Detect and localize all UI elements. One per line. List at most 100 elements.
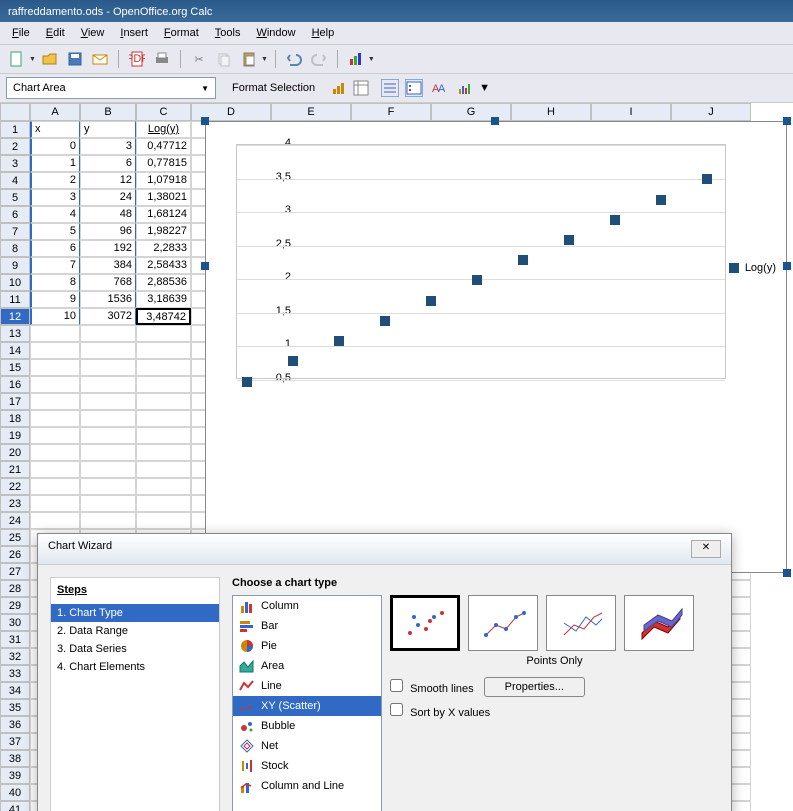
- undo-icon[interactable]: [283, 48, 305, 70]
- cell[interactable]: 12: [80, 172, 136, 189]
- data-point[interactable]: [610, 215, 620, 225]
- row-header[interactable]: 20: [0, 444, 30, 461]
- cell[interactable]: [30, 325, 80, 342]
- paste-dropdown-icon[interactable]: ▼: [261, 56, 268, 63]
- wizard-step[interactable]: 1. Chart Type: [51, 604, 219, 622]
- col-header-J[interactable]: J: [671, 103, 751, 121]
- cell[interactable]: 24: [80, 189, 136, 206]
- name-box[interactable]: Chart Area ▼: [6, 77, 216, 99]
- chart-type-item[interactable]: Column and Line: [233, 776, 381, 796]
- chart-wizard-dialog[interactable]: Chart Wizard ✕ Steps 1. Chart Type2. Dat…: [37, 533, 732, 811]
- new-doc-icon[interactable]: [6, 48, 28, 70]
- cell[interactable]: [136, 427, 191, 444]
- chart-data-icon[interactable]: [353, 80, 369, 96]
- cell[interactable]: 3,48742: [136, 308, 191, 325]
- menu-view[interactable]: View: [73, 25, 113, 41]
- cell[interactable]: [30, 444, 80, 461]
- col-header-G[interactable]: G: [431, 103, 511, 121]
- data-point[interactable]: [288, 356, 298, 366]
- row-header[interactable]: 16: [0, 376, 30, 393]
- chart-icon[interactable]: [345, 48, 367, 70]
- chart-type-item[interactable]: Pie: [233, 636, 381, 656]
- data-point[interactable]: [472, 275, 482, 285]
- wizard-step[interactable]: 2. Data Range: [51, 622, 219, 640]
- chart-plot-area[interactable]: [236, 144, 726, 379]
- cut-icon[interactable]: ✂: [188, 48, 210, 70]
- data-point[interactable]: [426, 296, 436, 306]
- row-header[interactable]: 32: [0, 648, 30, 665]
- row-header[interactable]: 40: [0, 784, 30, 801]
- sort-x-checkbox[interactable]: Sort by X values: [390, 703, 490, 719]
- cell[interactable]: [30, 495, 80, 512]
- col-header-I[interactable]: I: [591, 103, 671, 121]
- wizard-step[interactable]: 3. Data Series: [51, 640, 219, 658]
- row-header[interactable]: 7: [0, 223, 30, 240]
- cell[interactable]: 3: [30, 189, 80, 206]
- wizard-titlebar[interactable]: Chart Wizard ✕: [38, 534, 731, 565]
- cell[interactable]: [136, 393, 191, 410]
- copy-icon[interactable]: [213, 48, 235, 70]
- cell[interactable]: [136, 325, 191, 342]
- cell[interactable]: [30, 376, 80, 393]
- cell[interactable]: [30, 427, 80, 444]
- chart-type-item[interactable]: Bar: [233, 616, 381, 636]
- pdf-icon[interactable]: PDF: [126, 48, 148, 70]
- cell[interactable]: 6: [80, 155, 136, 172]
- row-header[interactable]: 14: [0, 342, 30, 359]
- row-header[interactable]: 18: [0, 410, 30, 427]
- cell[interactable]: 3,18639: [136, 291, 191, 308]
- cell[interactable]: 6: [30, 240, 80, 257]
- cell[interactable]: [80, 495, 136, 512]
- cell[interactable]: 96: [80, 223, 136, 240]
- col-header-H[interactable]: H: [511, 103, 591, 121]
- data-point[interactable]: [564, 235, 574, 245]
- mail-icon[interactable]: [89, 48, 111, 70]
- chart-dropdown-icon[interactable]: ▼: [368, 56, 375, 63]
- cell[interactable]: 48: [80, 206, 136, 223]
- cell[interactable]: [80, 410, 136, 427]
- chart-type-item[interactable]: Line: [233, 676, 381, 696]
- embedded-chart[interactable]: 0,511,522,533,54 Log(y): [205, 121, 787, 573]
- subtype-points-only[interactable]: [390, 595, 460, 651]
- cell[interactable]: [136, 478, 191, 495]
- row-header[interactable]: 8: [0, 240, 30, 257]
- print-icon[interactable]: [151, 48, 173, 70]
- chart-type-icon[interactable]: [331, 80, 347, 96]
- cell[interactable]: 3: [80, 138, 136, 155]
- data-point[interactable]: [656, 195, 666, 205]
- data-point[interactable]: [702, 174, 712, 184]
- chart-type-list[interactable]: ColumnBarPieAreaLineXY (Scatter)BubbleNe…: [232, 595, 382, 811]
- cell[interactable]: x: [30, 121, 80, 138]
- chart-type-item[interactable]: Bubble: [233, 716, 381, 736]
- row-header[interactable]: 3: [0, 155, 30, 172]
- cell[interactable]: 9: [30, 291, 80, 308]
- cell[interactable]: 5: [30, 223, 80, 240]
- row-header[interactable]: 17: [0, 393, 30, 410]
- cell[interactable]: 384: [80, 257, 136, 274]
- col-header-E[interactable]: E: [271, 103, 351, 121]
- row-header[interactable]: 37: [0, 733, 30, 750]
- row-header[interactable]: 31: [0, 631, 30, 648]
- cell[interactable]: 1,68124: [136, 206, 191, 223]
- menu-window[interactable]: Window: [248, 25, 303, 41]
- cell[interactable]: [30, 478, 80, 495]
- menu-help[interactable]: Help: [304, 25, 343, 41]
- chart-type-item[interactable]: Area: [233, 656, 381, 676]
- col-header-F[interactable]: F: [351, 103, 431, 121]
- cell[interactable]: [80, 325, 136, 342]
- cell[interactable]: 7: [30, 257, 80, 274]
- subtype-points-lines[interactable]: [468, 595, 538, 651]
- cell[interactable]: [136, 461, 191, 478]
- cell[interactable]: 4: [30, 206, 80, 223]
- col-header-B[interactable]: B: [80, 103, 136, 121]
- row-header[interactable]: 9: [0, 257, 30, 274]
- row-header[interactable]: 21: [0, 461, 30, 478]
- cell[interactable]: 1: [30, 155, 80, 172]
- row-header[interactable]: 12: [0, 308, 30, 325]
- chevron-down-icon[interactable]: ▼: [201, 84, 209, 93]
- cell[interactable]: [30, 461, 80, 478]
- cell[interactable]: [80, 427, 136, 444]
- cell[interactable]: 0: [30, 138, 80, 155]
- save-icon[interactable]: [64, 48, 86, 70]
- corner-cell[interactable]: [0, 103, 30, 121]
